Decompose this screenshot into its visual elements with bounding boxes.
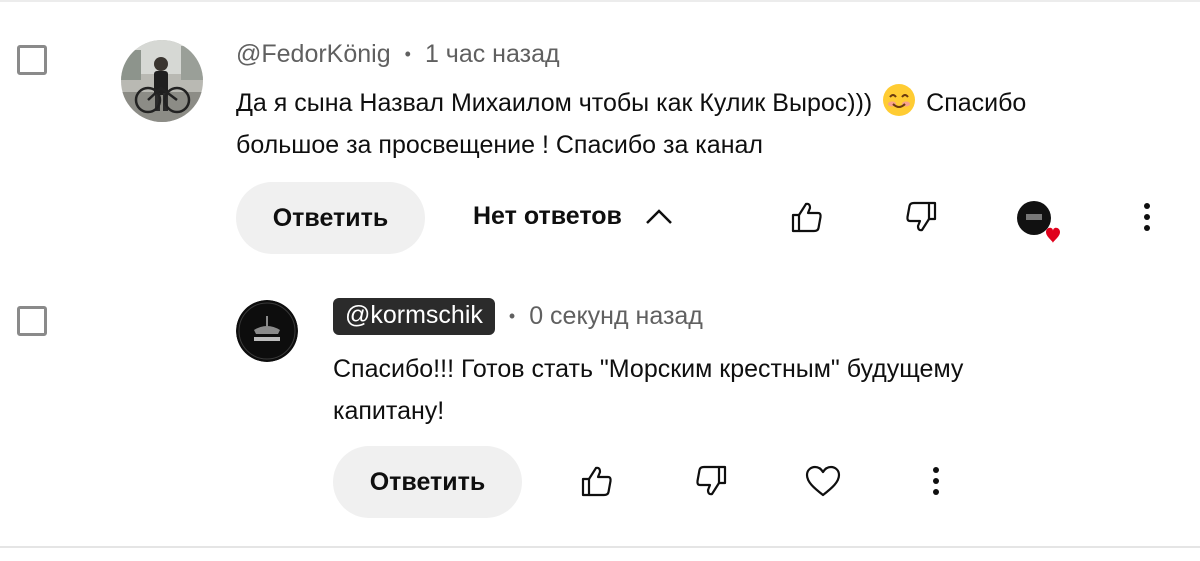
dislike-button[interactable] xyxy=(690,462,732,504)
heart-icon xyxy=(804,464,842,503)
thumbs-up-icon xyxy=(790,200,824,239)
select-checkbox[interactable] xyxy=(17,45,47,75)
replies-toggle[interactable]: Нет ответов xyxy=(473,202,674,231)
reply-button[interactable]: Ответить xyxy=(236,182,425,254)
comment-text-line: Спасибо!!! Готов стать "Морским крестным… xyxy=(333,355,964,383)
reply-button-label: Ответить xyxy=(369,467,486,496)
creator-heart-badge xyxy=(1015,200,1063,248)
avatar[interactable] xyxy=(121,40,203,122)
creator-avatar-icon xyxy=(1017,201,1060,243)
comment-text: Да я сына Назвал Михаилом чтобы как Кули… xyxy=(236,82,1136,166)
separator-dot: • xyxy=(404,44,411,64)
comment-text: Спасибо!!! Готов стать "Морским крестным… xyxy=(333,348,1133,432)
author-name[interactable]: @kormschik xyxy=(333,298,495,335)
separator-dot: • xyxy=(508,306,516,326)
comment-text-line: большое за просвещение ! Спасибо за кана… xyxy=(236,131,763,159)
more-options-button[interactable] xyxy=(1130,198,1164,240)
reply-button[interactable]: Ответить xyxy=(333,446,522,518)
comment-text-line: Да я сына Назвал Михаилом чтобы как Кули… xyxy=(236,89,873,117)
comment-text-line: капитану! xyxy=(333,397,445,425)
comment-meta: @kormschik • 0 секунд назад xyxy=(333,298,703,335)
thumbs-down-icon xyxy=(694,464,728,503)
more-vertical-icon xyxy=(1142,202,1152,237)
timestamp[interactable]: 1 час назад xyxy=(425,40,560,69)
like-button[interactable] xyxy=(576,462,618,504)
chevron-up-icon xyxy=(644,207,674,227)
reply-button-label: Ответить xyxy=(272,203,389,232)
more-options-button[interactable] xyxy=(919,462,953,504)
timestamp[interactable]: 0 секунд назад xyxy=(529,302,703,331)
like-button[interactable] xyxy=(786,198,828,240)
dislike-button[interactable] xyxy=(900,198,942,240)
select-checkbox[interactable] xyxy=(17,306,47,336)
top-divider xyxy=(0,0,1200,2)
author-name[interactable]: @FedorKönig xyxy=(236,40,391,69)
smiling-face-emoji-icon xyxy=(883,84,916,116)
comment-meta: @FedorKönig • 1 час назад xyxy=(236,40,560,69)
comment-text-line: Спасибо xyxy=(926,89,1027,117)
replies-toggle-label: Нет ответов xyxy=(473,202,622,230)
thumbs-up-icon xyxy=(580,464,614,503)
heart-button[interactable] xyxy=(802,462,844,504)
avatar[interactable] xyxy=(236,300,298,362)
more-vertical-icon xyxy=(931,466,941,501)
bottom-divider xyxy=(0,546,1200,548)
thumbs-down-icon xyxy=(904,200,938,239)
